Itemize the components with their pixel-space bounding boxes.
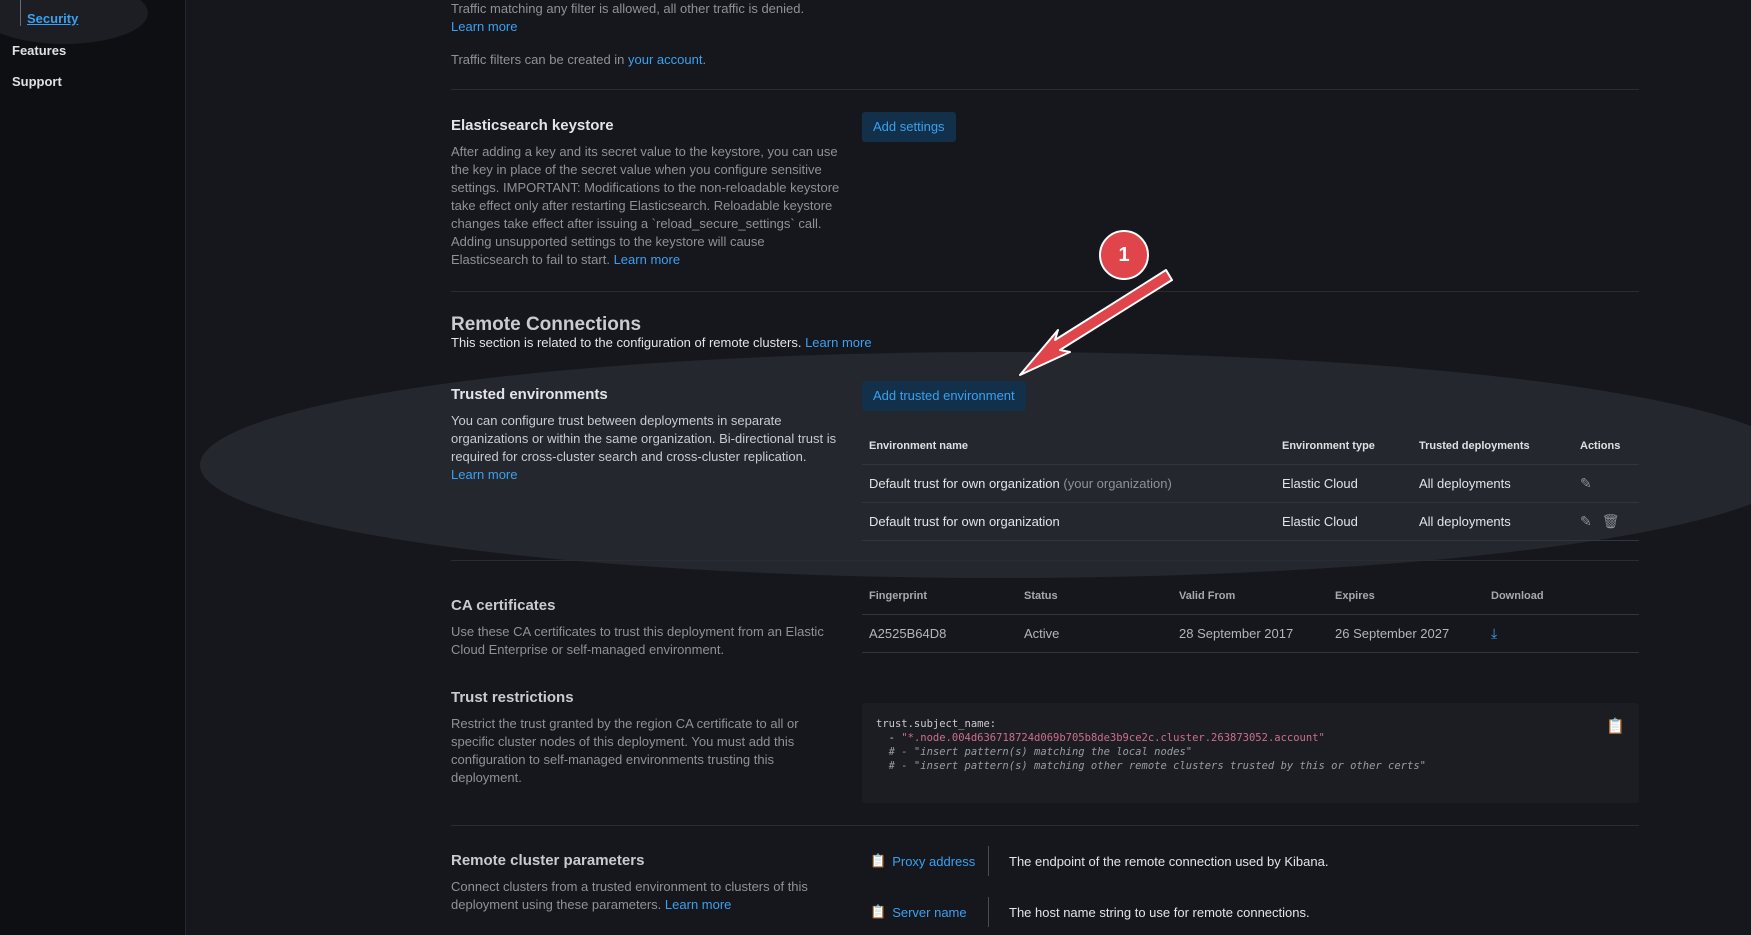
annotation-callout: 1: [1099, 230, 1149, 280]
annotation-arrow: [1019, 269, 1173, 376]
